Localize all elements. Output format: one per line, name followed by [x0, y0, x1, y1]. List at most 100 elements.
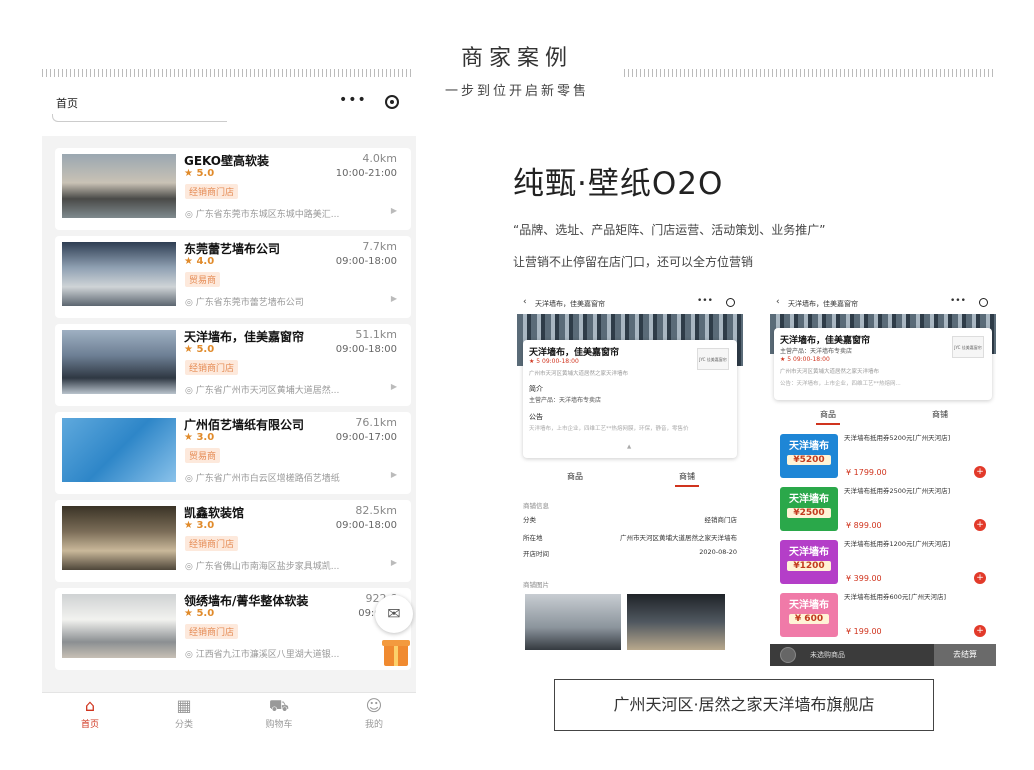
- product-name: 天洋墙布抵用券2500元[广州天河店]: [844, 487, 951, 495]
- coupon-image: 天洋墙布 ¥5200: [780, 434, 838, 478]
- store-hours: 09:00-18:00: [335, 256, 397, 267]
- store-card[interactable]: 东莞蕾艺墙布公司 7.7km ★ 4.0 09:00-18:00 贸易商 ◎ 广东省东莞市…: [55, 236, 411, 318]
- store-address: ◎ 广东省东莞市东城区东城中路美汇...: [185, 207, 339, 220]
- chevron-right-icon: ▶: [390, 294, 397, 303]
- address-text: 江西省九江市濂溪区八里湖大道银...: [195, 650, 340, 660]
- more-dots-icon[interactable]: •••: [339, 92, 367, 108]
- address-text: 广东省东莞市东城区东城中路美汇...: [195, 210, 340, 220]
- rating-value: 5.0: [196, 608, 215, 619]
- store-address: ◎ 江西省九江市濂溪区八里湖大道银...: [185, 647, 339, 660]
- store-card[interactable]: GEKO壁高软装 4.0km ★ 5.0 10:00-21:00 经销商门店 ◎ 广东省东…: [55, 148, 411, 230]
- store-hours: 10:00-21:00: [335, 168, 397, 179]
- chevron-right-icon: ▶: [390, 558, 397, 567]
- store-distance: 4.0km: [362, 152, 397, 165]
- store-card[interactable]: 凯鑫软装馆 82.5km ★ 3.0 09:00-18:00 经销商门店 ◎ 广东省佛山市…: [55, 500, 411, 582]
- store-photo: [62, 594, 176, 658]
- tab-label: 我的: [364, 720, 383, 730]
- search-box-edge: [52, 114, 227, 122]
- goods-shop-tabs: 商品 商铺: [770, 404, 996, 426]
- address-text: 广东省广州市天河区黄埔大道居然...: [195, 386, 340, 396]
- rating-value: 3.0: [196, 520, 215, 531]
- tab-home[interactable]: ⌂ 首页: [60, 696, 120, 730]
- store-rating: ★ 5.0: [184, 608, 214, 619]
- store-rating: ★ 5 09:00-18:00: [780, 356, 830, 363]
- store-address: ◎ 广东省东莞市蕾艺墙布公司: [185, 295, 304, 308]
- checkout-button[interactable]: 去结算: [934, 644, 996, 666]
- tab-goods[interactable]: 商品: [535, 471, 615, 482]
- store-rating: ★ 5.0: [184, 344, 214, 355]
- store-name: 东莞蕾艺墙布公司: [184, 242, 281, 256]
- tab-shop[interactable]: 商铺: [900, 409, 980, 420]
- store-rating: ★ 3.0: [184, 520, 214, 531]
- more-dots-icon[interactable]: •••: [950, 296, 966, 306]
- store-hours: 09:00-17:00: [335, 432, 397, 443]
- product-item[interactable]: 天洋墙布 ¥1200 天洋墙布抵用券1200元[广州天河店] ¥ 399.00 +: [774, 536, 994, 588]
- coupon-image: 天洋墙布 ¥1200: [780, 540, 838, 584]
- info-value: 广州市天河区黄埔大道居然之家天洋墙布: [620, 534, 737, 542]
- add-to-cart-icon[interactable]: +: [974, 572, 986, 584]
- more-dots-icon[interactable]: •••: [697, 296, 713, 306]
- info-key: 所在地: [523, 534, 543, 542]
- tab-label: 首页: [80, 720, 99, 730]
- customer-service-icon[interactable]: ✉: [375, 595, 413, 633]
- store-rating: ★ 3.0: [184, 432, 214, 443]
- cart-status: 未选购商品: [810, 651, 845, 659]
- target-icon[interactable]: [726, 298, 735, 307]
- user-icon: ☺: [365, 696, 383, 715]
- store-name: 广州佰艺墙纸有限公司: [184, 418, 305, 432]
- add-to-cart-icon[interactable]: +: [974, 466, 986, 478]
- rating-value: 5.0: [196, 168, 215, 179]
- add-to-cart-icon[interactable]: +: [974, 519, 986, 531]
- store-distance: 82.5km: [355, 504, 397, 517]
- store-photo: [62, 242, 176, 306]
- store-name: 凯鑫软装馆: [184, 506, 245, 520]
- tab-cart[interactable]: ⛟ 购物车: [249, 696, 309, 730]
- store-hours: 09:00-18:00: [335, 520, 397, 531]
- store-photo: [62, 418, 176, 482]
- store-card[interactable]: 领绣墙布/菁华整体软装922.6★ 5.009:00-1经销商门店◎ 江西省九江…: [55, 588, 411, 670]
- store-logo: JYC 佳美嘉窗帘: [952, 336, 984, 358]
- shop-photo[interactable]: [627, 594, 725, 650]
- store-card[interactable]: 天洋墙布，佳美嘉窗帘 51.1km ★ 5.0 09:00-18:00 经销商门店 ◎ 广…: [55, 324, 411, 406]
- store-type-tag: 贸易商: [185, 272, 221, 287]
- store-address: ◎ 广东省广州市白云区增槎路佰艺墙纸: [185, 471, 340, 484]
- tab-profile[interactable]: ☺ 我的: [344, 696, 404, 730]
- tab-goods[interactable]: 商品: [788, 409, 868, 425]
- info-key: 开店时间: [523, 550, 549, 558]
- info-value: 经销商门店: [704, 516, 738, 524]
- chevron-up-icon[interactable]: ▲: [627, 444, 631, 450]
- store-address: 广州市天河区黄埔大道居然之家天洋墙布: [780, 369, 880, 375]
- coupon-brand: 天洋墙布: [789, 494, 829, 505]
- product-item[interactable]: 天洋墙布 ¥5200 天洋墙布抵用券5200元[广州天河店] ¥ 1799.00 +: [774, 430, 994, 482]
- tab-shop[interactable]: 商铺: [647, 471, 727, 487]
- rating-value: 4.0: [196, 256, 215, 267]
- case-caption: 广州天河区·居然之家天洋墙布旗舰店: [554, 679, 934, 731]
- mini-nav-title: 天洋墙布，佳美嘉窗帘: [788, 300, 858, 308]
- shop-photo[interactable]: [525, 594, 621, 650]
- target-icon[interactable]: [385, 95, 399, 109]
- back-icon[interactable]: ‹: [523, 297, 527, 307]
- intro-value: 主营产品：天洋墙布专卖店: [529, 397, 602, 404]
- chevron-right-icon: ▶: [390, 470, 397, 479]
- product-item[interactable]: 天洋墙布 ¥ 600 天洋墙布抵用券600元[广州天河店] ¥ 199.00 +: [774, 589, 994, 641]
- location-pin-icon: ◎: [185, 474, 196, 484]
- tab-category[interactable]: ▦ 分类: [154, 696, 214, 730]
- target-icon[interactable]: [979, 298, 988, 307]
- product-item[interactable]: 天洋墙布 ¥2500 天洋墙布抵用券2500元[广州天河店] ¥ 899.00 +: [774, 483, 994, 535]
- add-to-cart-icon[interactable]: +: [974, 625, 986, 637]
- gift-icon[interactable]: [382, 640, 410, 666]
- product-price: ¥ 199.00: [846, 627, 882, 636]
- store-name: 天洋墙布，佳美嘉窗帘: [529, 348, 620, 358]
- store-list-phone: 首页 ••• GEKO壁高软装 4.0km ★ 5.0 10:00-21:00 经销商门…: [42, 86, 416, 738]
- back-icon[interactable]: ‹: [776, 297, 780, 307]
- product-price: ¥ 899.00: [846, 521, 882, 530]
- cart-bar: 未选购商品 去结算: [770, 644, 996, 666]
- nav-title: 首页: [56, 97, 78, 110]
- star-icon: ★: [184, 344, 197, 355]
- rating-value: 3.0: [196, 432, 215, 443]
- shop-pics-title: 商铺图片: [523, 581, 549, 589]
- store-card[interactable]: 广州佰艺墙纸有限公司 76.1km ★ 3.0 09:00-17:00 贸易商 ◎ 广东省…: [55, 412, 411, 494]
- location-pin-icon: ◎: [185, 650, 196, 660]
- basket-icon[interactable]: [780, 647, 796, 663]
- store-type-tag: 经销商门店: [185, 624, 239, 639]
